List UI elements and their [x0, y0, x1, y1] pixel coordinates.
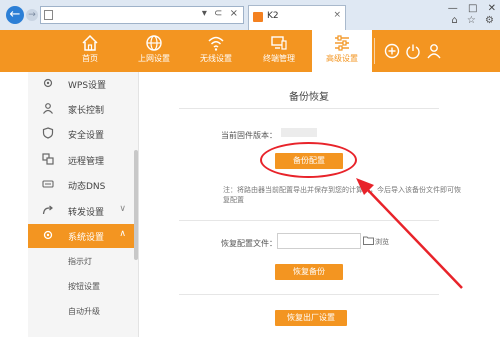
arrow-line [365, 187, 463, 289]
annotation-arrow [356, 178, 463, 289]
